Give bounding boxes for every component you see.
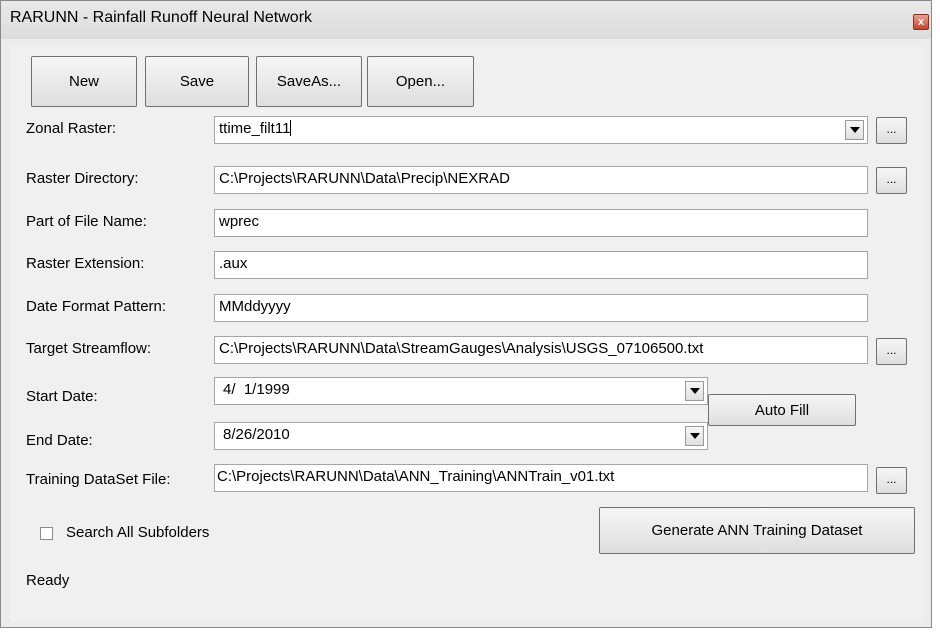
chevron-down-icon [689, 433, 700, 439]
part-of-file-name-label: Part of File Name: [26, 213, 147, 230]
target-streamflow-browse-button[interactable]: ... [876, 338, 907, 365]
raster-extension-input[interactable]: .aux [214, 251, 868, 279]
raster-directory-input[interactable]: C:\Projects\RARUNN\Data\Precip\NEXRAD [214, 166, 868, 194]
target-streamflow-value: C:\Projects\RARUNN\Data\StreamGauges\Ana… [219, 340, 704, 357]
target-streamflow-label: Target Streamflow: [26, 340, 152, 357]
part-of-file-name-input[interactable]: wprec [214, 209, 868, 237]
open-button[interactable]: Open... [367, 56, 474, 107]
close-button[interactable]: x [913, 14, 929, 30]
save-button[interactable]: Save [145, 56, 249, 107]
training-dataset-file-input[interactable]: C:\Projects\RARUNN\Data\ANN_Training\ANN… [214, 464, 868, 492]
date-format-pattern-value: MMddyyyy [219, 298, 291, 315]
raster-directory-browse-button[interactable]: ... [876, 167, 907, 194]
training-dataset-file-value: C:\Projects\RARUNN\Data\ANN_Training\ANN… [217, 468, 615, 485]
zonal-raster-value: ttime_filt11 [219, 120, 291, 137]
date-format-pattern-input[interactable]: MMddyyyy [214, 294, 868, 322]
start-date-label: Start Date: [26, 388, 98, 405]
target-streamflow-input[interactable]: C:\Projects\RARUNN\Data\StreamGauges\Ana… [214, 336, 868, 364]
zonal-raster-dropdown-arrow[interactable] [845, 120, 864, 140]
close-icon: x [917, 16, 925, 28]
start-date-dropdown-arrow[interactable] [685, 381, 704, 401]
end-date-dropdown-arrow[interactable] [685, 426, 704, 446]
window-title: RARUNN - Rainfall Runoff Neural Network [10, 9, 313, 26]
zonal-raster-combobox[interactable]: ttime_filt11 [214, 116, 868, 144]
training-dataset-file-browse-button[interactable]: ... [876, 467, 907, 494]
zonal-raster-browse-button[interactable]: ... [876, 117, 907, 144]
search-subfolders-label[interactable]: Search All Subfolders [66, 524, 209, 541]
app-window: RARUNN - Rainfall Runoff Neural Network … [0, 0, 932, 628]
raster-extension-label: Raster Extension: [26, 255, 145, 272]
part-of-file-name-value: wprec [219, 213, 260, 230]
search-subfolders-checkbox[interactable] [40, 527, 53, 540]
new-button[interactable]: New [31, 56, 137, 107]
chevron-down-icon [849, 127, 860, 133]
raster-directory-value: C:\Projects\RARUNN\Data\Precip\NEXRAD [219, 170, 510, 187]
raster-extension-value: .aux [219, 255, 248, 272]
title-bar[interactable]: RARUNN - Rainfall Runoff Neural Network … [1, 1, 931, 39]
auto-fill-button[interactable]: Auto Fill [708, 394, 856, 426]
end-date-picker[interactable]: 8/26/2010 [214, 422, 708, 450]
generate-ann-training-dataset-button[interactable]: Generate ANN Training Dataset [599, 507, 915, 554]
saveas-button[interactable]: SaveAs... [256, 56, 362, 107]
chevron-down-icon [689, 388, 700, 394]
status-text: Ready [26, 572, 70, 589]
end-date-value: 8/26/2010 [223, 426, 290, 443]
training-dataset-file-label: Training DataSet File: [26, 471, 171, 488]
form-client-area: New Save SaveAs... Open... Zonal Raster:… [10, 46, 924, 622]
end-date-label: End Date: [26, 432, 93, 449]
date-format-pattern-label: Date Format Pattern: [26, 298, 167, 315]
start-date-value: 4/ 1/1999 [223, 381, 290, 398]
start-date-picker[interactable]: 4/ 1/1999 [214, 377, 708, 405]
raster-directory-label: Raster Directory: [26, 170, 139, 187]
text-caret [290, 120, 292, 136]
zonal-raster-label: Zonal Raster: [26, 120, 117, 137]
